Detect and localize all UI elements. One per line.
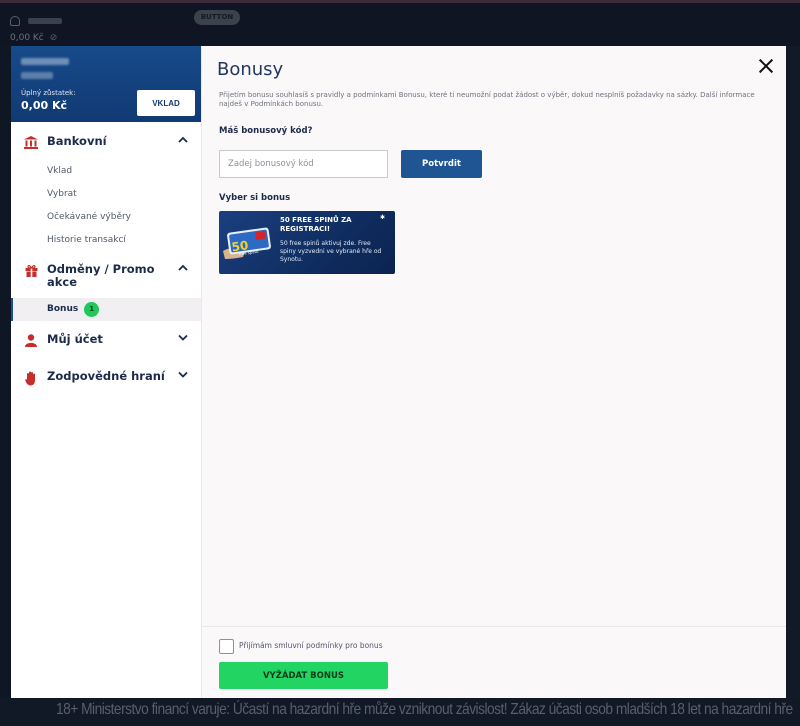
deposit-button[interactable]: VKLAD bbox=[137, 90, 195, 116]
chevron-up-icon bbox=[177, 263, 189, 275]
section-rewards-header[interactable]: Odměny / Promo akce bbox=[11, 263, 201, 289]
chevron-up-icon bbox=[177, 135, 189, 147]
free-spins-art: 50 free spinů bbox=[223, 227, 271, 259]
star-icon: ✱ bbox=[379, 214, 385, 221]
section-title: Bankovní bbox=[47, 134, 107, 148]
bonus-card-title: 50 FREE SPINŮ ZA REGISTRACI! bbox=[280, 216, 352, 233]
section-title: Zodpovědné hraní bbox=[47, 369, 165, 383]
account-sidebar: Úplný zůstatek: 0,00 Kč VKLAD Bankovní V… bbox=[11, 46, 202, 698]
bonus-footer: Přijímám smluvní podmínky pro bonus VYŽÁ… bbox=[202, 626, 786, 698]
bonus-count-badge: 1 bbox=[84, 302, 100, 317]
eye-slash-icon: ⊘ bbox=[49, 33, 58, 43]
background-header bbox=[0, 0, 800, 46]
gambling-warning: 18+ Ministerstvo financí varuje: Účastí … bbox=[56, 701, 793, 718]
user-icon bbox=[23, 334, 39, 348]
bonus-code-input[interactable] bbox=[219, 150, 388, 178]
sidebar-item-pending-withdrawals[interactable]: Očekávané výběry bbox=[11, 206, 201, 229]
account-id-redacted bbox=[21, 72, 53, 79]
background-right bbox=[786, 46, 800, 698]
section-my-account-header[interactable]: Můj účet bbox=[11, 333, 201, 348]
bonus-panel: Bonusy Přijetím bonusu souhlasíš s pravi… bbox=[202, 46, 786, 698]
bonus-card[interactable]: 50 free spinů 50 FREE SPINŮ ZA REGISTRAC… bbox=[219, 211, 395, 274]
close-icon[interactable] bbox=[758, 58, 774, 74]
hand-icon bbox=[23, 371, 39, 386]
bonus-code-label: Máš bonusový kód? bbox=[219, 126, 313, 136]
background-user bbox=[10, 16, 62, 27]
bonus-modal: Úplný zůstatek: 0,00 Kč VKLAD Bankovní V… bbox=[11, 46, 786, 698]
section-rewards: Odměny / Promo akce Bonus 1 bbox=[11, 263, 201, 321]
claim-bonus-button[interactable]: VYŽÁDAT BONUS bbox=[219, 662, 388, 689]
account-name-redacted bbox=[21, 58, 69, 65]
section-my-account: Můj účet bbox=[11, 333, 201, 348]
background-button: BUTTON bbox=[194, 10, 240, 25]
sidebar-item-transaction-history[interactable]: Historie transakcí bbox=[11, 229, 201, 252]
sidebar-item-bonus[interactable]: Bonus 1 bbox=[11, 298, 201, 321]
section-banking-header[interactable]: Bankovní bbox=[11, 135, 201, 150]
section-responsible-gaming: Zodpovědné hraní bbox=[11, 369, 201, 386]
accept-terms-label: Přijímám smluvní podmínky pro bonus bbox=[239, 641, 383, 650]
bank-icon bbox=[23, 136, 39, 150]
sidebar-item-deposit[interactable]: Vklad bbox=[11, 160, 201, 183]
user-icon bbox=[10, 16, 20, 26]
bonus-card-description: 50 free spinů aktivuj zde. Free spiny vy… bbox=[280, 240, 382, 263]
background-balance: 0,00 Kč ⊘ bbox=[10, 33, 58, 43]
sidebar-item-label: Bonus bbox=[47, 304, 79, 314]
bonus-terms-text: Přijetím bonusu souhlasíš s pravidly a p… bbox=[219, 91, 755, 108]
balance-label: Úplný zůstatek: bbox=[21, 89, 76, 97]
sidebar-item-withdraw[interactable]: Vybrat bbox=[11, 183, 201, 206]
gift-icon bbox=[23, 264, 39, 278]
chevron-down-icon bbox=[177, 370, 189, 382]
background-top-line bbox=[0, 0, 800, 3]
section-title: Odměny / Promo akce bbox=[47, 262, 155, 289]
page-title: Bonusy bbox=[217, 59, 284, 80]
balance-value: 0,00 Kč bbox=[21, 99, 68, 112]
section-title: Můj účet bbox=[47, 332, 103, 346]
accept-terms-checkbox[interactable] bbox=[219, 639, 234, 654]
choose-bonus-label: Vyber si bonus bbox=[219, 193, 291, 203]
chevron-down-icon bbox=[177, 333, 189, 345]
section-banking: Bankovní Vklad Vybrat Očekávané výběry H… bbox=[11, 135, 201, 252]
sidebar-header: Úplný zůstatek: 0,00 Kč VKLAD bbox=[11, 46, 201, 122]
section-responsible-gaming-header[interactable]: Zodpovědné hraní bbox=[11, 369, 201, 386]
username-redacted bbox=[28, 18, 62, 24]
confirm-button[interactable]: Potvrdit bbox=[401, 150, 482, 178]
